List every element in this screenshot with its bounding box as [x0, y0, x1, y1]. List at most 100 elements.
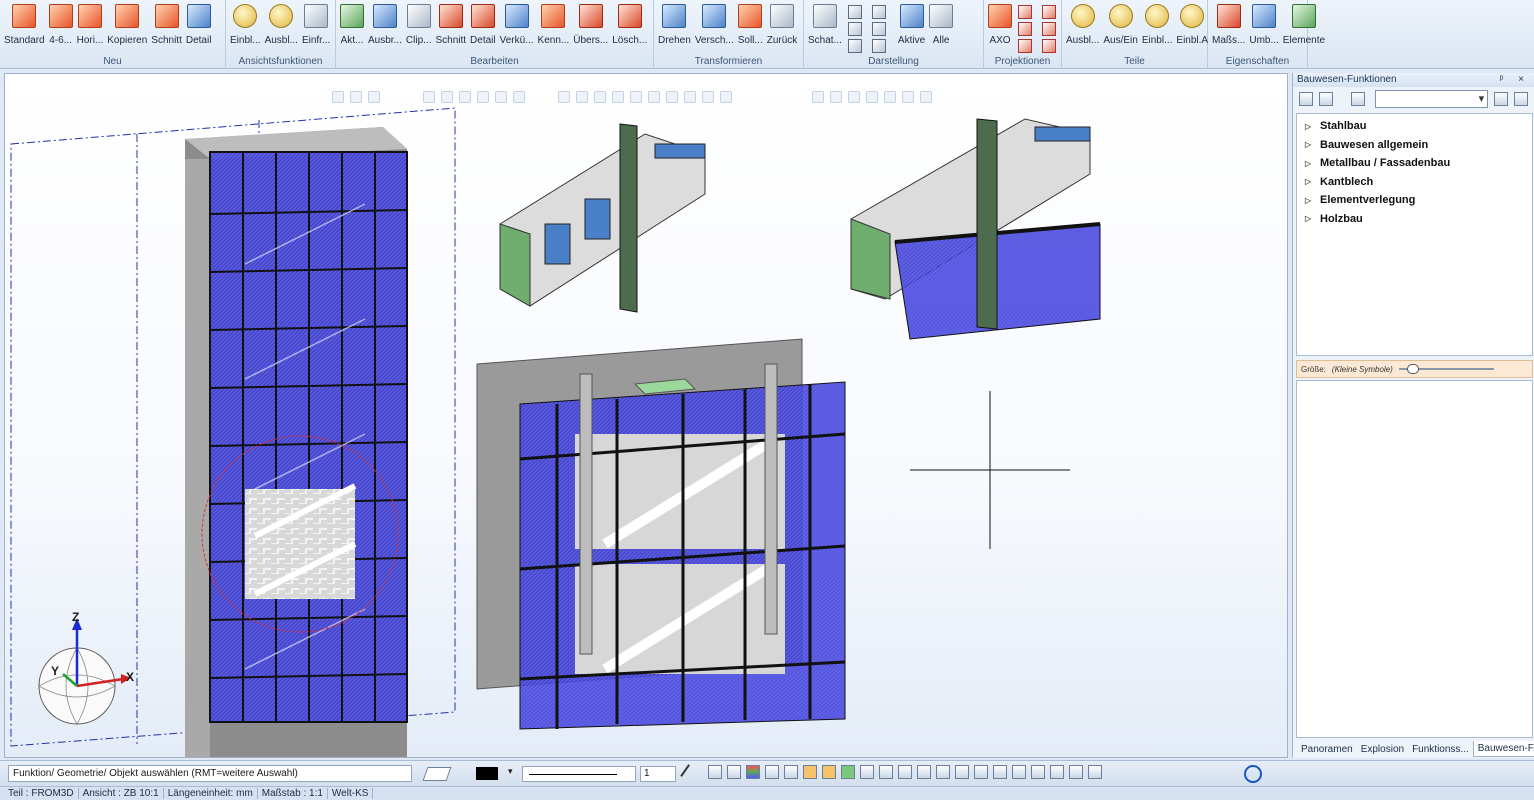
panel-tab[interactable]: Bauwesen-F... [1472, 741, 1534, 757]
sort-up-icon[interactable] [1514, 92, 1529, 106]
multi-cube-icon [48, 4, 73, 28]
color-dropdown-icon[interactable]: ▾ [508, 766, 513, 784]
panel-tab[interactable]: Funktionss... [1408, 742, 1473, 757]
tree-item[interactable]: ▷ Bauwesen allgemein [1297, 136, 1532, 155]
tree-item[interactable]: ▷ Stahlbau [1297, 117, 1532, 136]
status-massstab: Maßstab : 1:1 [258, 788, 328, 799]
shorten-icon [504, 4, 529, 28]
ribbon-button-2-2[interactable]: Clip... [404, 2, 434, 52]
small-icon-grid[interactable] [847, 5, 892, 53]
ribbon-button-2-5[interactable]: Verkü... [498, 2, 536, 52]
small-icon-grid[interactable] [1018, 5, 1062, 53]
ribbon-button-label: Schnitt [435, 35, 467, 46]
parallelogram-icon[interactable] [422, 767, 452, 781]
size-bar: Größe: (Kleine Symbole) [1296, 360, 1533, 378]
search-doc-icon[interactable] [1350, 92, 1365, 106]
refresh-icon[interactable] [1244, 765, 1262, 783]
color-swatch[interactable] [476, 767, 498, 780]
panel-header: Bauwesen-Funktionen ᵖ × [1293, 73, 1534, 87]
axo-icon [988, 4, 1012, 28]
ribbon-button-6-1[interactable]: Aus/Ein [1101, 2, 1139, 52]
tree-item[interactable]: ▷ Metallbau / Fassadenbau [1297, 154, 1532, 173]
ribbon-button-6-2[interactable]: Einbl... [1140, 2, 1175, 52]
ribbon-button-1-1[interactable]: Ausbl... [263, 2, 300, 52]
ribbon-button-label: AXO [989, 35, 1011, 46]
ribbon-button-3-3[interactable]: Zurück [765, 2, 800, 52]
ribbon-button-1-2[interactable]: Einfr... [300, 2, 332, 52]
ribbon-button-2-3[interactable]: Schnitt [433, 2, 468, 52]
command-prompt-field[interactable]: Funktion/ Geometrie/ Objekt auswählen (R… [8, 765, 412, 782]
panel-tab[interactable]: Panoramen [1297, 742, 1357, 757]
line-style-select[interactable] [522, 766, 636, 782]
panel-tab[interactable]: Explosion [1357, 742, 1408, 757]
size-slider[interactable] [1398, 364, 1494, 374]
ribbon-button-7-2[interactable]: Elemente [1281, 2, 1327, 52]
delete-x-icon [617, 4, 642, 28]
snap-toolbar[interactable] [708, 765, 1228, 783]
ribbon-button-0-2[interactable]: Hori... [75, 2, 106, 52]
undo-icon [770, 4, 795, 28]
expand-arrow-icon[interactable]: ▷ [1305, 214, 1320, 223]
ribbon-button-4-0[interactable]: Schat... [806, 2, 844, 52]
tree-item[interactable]: ▷ Elementverlegung [1297, 191, 1532, 210]
expand-arrow-icon[interactable]: ▷ [1305, 140, 1320, 149]
ribbon-button-3-2[interactable]: Soll... [736, 2, 765, 52]
ribbon-button-4-2[interactable]: Alle [927, 2, 955, 52]
tree-item[interactable]: ▷ Kantblech [1297, 173, 1532, 192]
ribbon-button-7-0[interactable]: Maßs... [1210, 2, 1247, 52]
tree-item[interactable]: ▷ Holzbau [1297, 210, 1532, 229]
part-toggle-icon [1108, 4, 1133, 28]
ribbon-button-label: Clip... [405, 35, 432, 46]
ribbon-button-6-0[interactable]: Ausbl... [1064, 2, 1101, 52]
expand-arrow-icon[interactable]: ▷ [1305, 177, 1320, 186]
function-tree: ▷ Stahlbau ▷ Bauwesen allgemein ▷ Metallbau /… [1296, 113, 1533, 356]
ribbon-button-5-0[interactable]: AXO [986, 2, 1014, 52]
sort-down-icon[interactable] [1494, 92, 1509, 106]
ribbon-button-4-1[interactable]: Aktive [896, 2, 927, 52]
ribbon-button-2-0[interactable]: Akt... [338, 2, 366, 52]
ribbon-button-label: Kopieren [107, 35, 148, 46]
panel-toolbar [1293, 87, 1534, 111]
detail-edit-icon [470, 4, 495, 28]
expand-tree-icon[interactable] [1299, 92, 1313, 106]
ribbon-button-7-1[interactable]: Umb... [1247, 2, 1280, 52]
ribbon-button-label: Schnitt [151, 35, 182, 46]
pen-icon[interactable] [680, 764, 700, 784]
shade-icon [812, 4, 837, 28]
filter-dropdown[interactable] [1374, 90, 1489, 108]
status-teil: Teil : FROM3D [4, 788, 79, 799]
ribbon-button-2-7[interactable]: Übers... [571, 2, 610, 52]
expand-arrow-icon[interactable]: ▷ [1305, 196, 1320, 205]
move-icon [702, 4, 727, 28]
expand-arrow-icon[interactable]: ▷ [1305, 122, 1320, 131]
ribbon-button-0-1[interactable]: 4-6... [47, 2, 75, 52]
ribbon-button-2-8[interactable]: Lösch... [610, 2, 649, 52]
tree-item-label: Metallbau / Fassadenbau [1320, 157, 1451, 170]
label-a-icon [541, 4, 566, 28]
expand-arrow-icon[interactable]: ▷ [1305, 159, 1320, 168]
part-show-all-icon [1180, 4, 1205, 28]
ribbon-button-label: Standard [4, 35, 45, 46]
ribbon-button-3-0[interactable]: Drehen [656, 2, 693, 52]
anchor-icon [738, 4, 763, 28]
ribbon-button-label: Aktive [897, 35, 926, 46]
ribbon-button-2-4[interactable]: Detail [468, 2, 498, 52]
line-weight-select[interactable]: 1 [640, 766, 676, 782]
panel-title: Bauwesen-Funktionen [1297, 74, 1397, 85]
ribbon-button-2-1[interactable]: Ausbr... [366, 2, 404, 52]
ribbon-button-0-4[interactable]: Schnitt [149, 2, 184, 52]
rotate-icon [662, 4, 687, 28]
ribbon-button-3-1[interactable]: Versch... [693, 2, 736, 52]
ribbon-button-1-0[interactable]: Einbl... [228, 2, 263, 52]
section-icon [154, 4, 179, 28]
ribbon-button-label: Kenn... [537, 35, 570, 46]
panel-pin-close-icon[interactable]: ᵖ × [1500, 74, 1530, 86]
ribbon-group-title: Teile [1124, 56, 1145, 67]
ribbon-button-0-0[interactable]: Standard [2, 2, 47, 52]
ribbon-button-6-3[interactable]: Einbl.A [1174, 2, 1210, 52]
ribbon-button-0-5[interactable]: Detail [184, 2, 214, 52]
collapse-tree-icon[interactable] [1318, 92, 1333, 106]
3d-viewport[interactable]: Z X Y [4, 73, 1288, 758]
ribbon-button-0-3[interactable]: Kopieren [105, 2, 149, 52]
ribbon-button-2-6[interactable]: Kenn... [536, 2, 572, 52]
